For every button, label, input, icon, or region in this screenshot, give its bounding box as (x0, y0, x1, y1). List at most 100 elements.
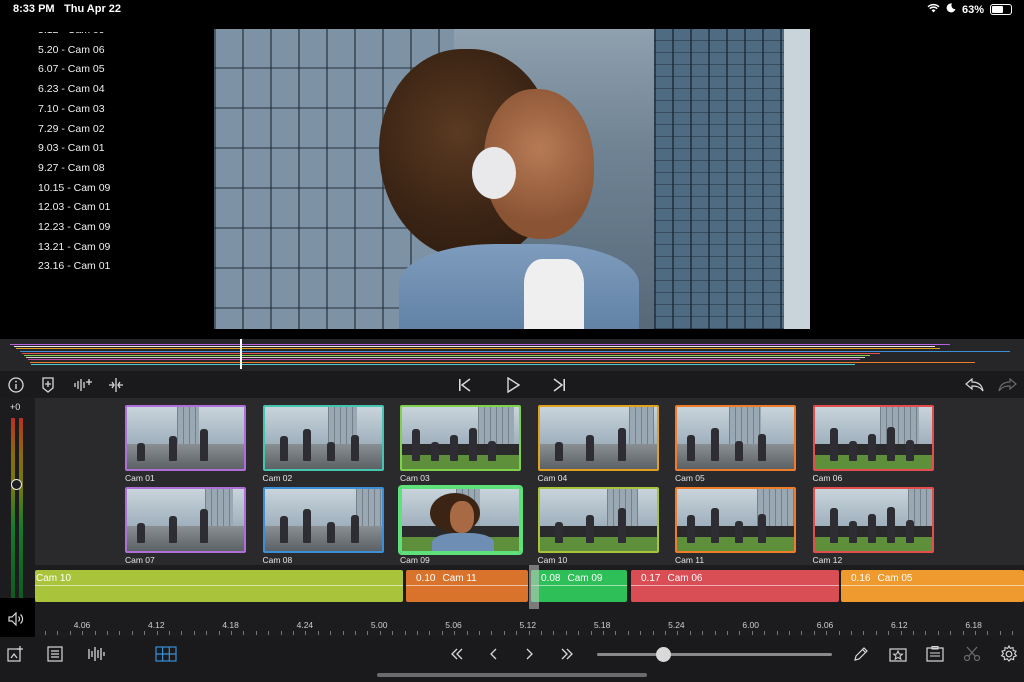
dancer-figure (469, 428, 477, 461)
overview-line (30, 361, 975, 363)
camera-angle-7[interactable]: Cam 07 (125, 487, 246, 565)
ruler-minor-tick (429, 631, 431, 635)
camera-thumbnail[interactable] (537, 487, 659, 553)
timeline-clip[interactable]: 0.08 Cam 09 (531, 570, 627, 602)
marker-item[interactable]: 23.16 - Cam 01 (38, 260, 110, 272)
ruler-minor-tick (231, 631, 232, 635)
timeline-clip[interactable]: 0.17 Cam 06 (631, 570, 839, 602)
camera-label: Cam 09 (400, 555, 430, 565)
camera-thumbnail[interactable] (400, 405, 521, 471)
camera-angle-12[interactable]: Cam 12 (812, 487, 934, 565)
camera-label: Cam 03 (400, 473, 430, 483)
white-shirt (524, 259, 584, 329)
chevron-right-icon[interactable] (524, 644, 536, 664)
time-ruler[interactable]: 4.06 4.12 4.18 4.24 5.00 5.06 5.12 5.18 5.24 6.00… (35, 609, 1024, 637)
grid-view-icon[interactable] (155, 644, 177, 664)
chevron-left-icon[interactable] (487, 644, 499, 664)
camera-label: Cam 06 (812, 473, 843, 483)
overview-playhead[interactable] (240, 339, 242, 369)
dancer-figure (734, 521, 743, 543)
marker-list: 5.12 - Cam 09 5.20 - Cam 06 6.07 - Cam 05 6… (0, 32, 200, 332)
import-icon[interactable] (6, 644, 24, 664)
list-icon[interactable] (46, 644, 64, 664)
marker-item[interactable]: 6.07 - Cam 05 (38, 63, 105, 75)
camera-angle-10[interactable]: Cam 10 (537, 487, 659, 565)
ruler-tick-label: 6.12 (891, 620, 908, 630)
redo-icon[interactable] (996, 374, 1018, 396)
camera-label: Cam 04 (537, 473, 568, 483)
camera-angle-9[interactable]: Cam 09 (400, 487, 521, 565)
marker-item[interactable]: 12.23 - Cam 09 (38, 221, 110, 233)
ruler-minor-tick (193, 631, 195, 635)
split-icon[interactable] (106, 374, 126, 396)
marker-item[interactable]: 13.21 - Cam 09 (38, 241, 110, 253)
play-icon[interactable] (504, 374, 522, 396)
camera-thumbnail[interactable] (125, 487, 246, 553)
camera-angle-8[interactable]: Cam 08 (262, 487, 384, 565)
camera-thumbnail[interactable] (537, 405, 659, 471)
clipboard-icon[interactable] (925, 644, 945, 664)
camera-thumbnail[interactable] (262, 487, 384, 553)
ruler-minor-tick (218, 631, 220, 635)
home-indicator[interactable] (377, 673, 647, 677)
scissors-icon[interactable] (962, 644, 982, 664)
skip-forward-icon[interactable] (550, 374, 568, 396)
marker-item[interactable]: 7.10 - Cam 03 (38, 103, 105, 115)
camera-thumbnail[interactable] (812, 487, 934, 553)
marker-item[interactable]: 10.15 - Cam 09 (38, 182, 110, 194)
favorite-icon[interactable] (888, 644, 908, 664)
speaker-icon[interactable] (8, 611, 24, 629)
gain-knob[interactable] (11, 479, 22, 490)
camera-angle-11[interactable]: Cam 11 (675, 487, 796, 565)
camera-angle-3[interactable]: Cam 03 (400, 405, 521, 483)
settings-icon[interactable] (999, 644, 1019, 664)
marker-add-icon[interactable] (40, 374, 56, 396)
marker-item[interactable]: 6.23 - Cam 04 (38, 83, 105, 95)
ruler-minor-tick (578, 631, 580, 635)
overview-line (10, 344, 950, 345)
camera-angle-5[interactable]: Cam 05 (675, 405, 796, 483)
camera-angle-2[interactable]: Cam 02 (262, 405, 384, 483)
marker-item[interactable]: 12.03 - Cam 01 (38, 201, 110, 213)
wifi-icon (927, 3, 940, 16)
marker-item[interactable]: 5.20 - Cam 06 (38, 44, 105, 56)
marker-item[interactable]: 9.27 - Cam 08 (38, 162, 105, 174)
double-chevron-left-icon[interactable] (449, 644, 465, 664)
waveform-icon[interactable] (86, 644, 106, 664)
undo-icon[interactable] (964, 374, 986, 396)
zoom-slider[interactable] (597, 647, 832, 662)
ruler-minor-tick (94, 631, 96, 635)
ruler-minor-tick (838, 631, 840, 635)
timeline-clip[interactable]: Cam 10 (35, 570, 403, 602)
pencil-icon[interactable] (852, 644, 870, 664)
camera-angle-4[interactable]: Cam 04 (537, 405, 659, 483)
audio-add-icon[interactable] (72, 374, 94, 396)
camera-thumbnail[interactable] (262, 405, 384, 471)
ruler-minor-tick (367, 631, 369, 635)
meter-bar-right (19, 418, 23, 598)
camera-thumbnail[interactable] (400, 487, 521, 553)
ruler-minor-tick (503, 631, 505, 635)
zoom-slider-knob[interactable] (655, 647, 671, 662)
clip-offset: 0.17 (641, 573, 661, 584)
ruler-minor-tick (851, 631, 852, 635)
camera-thumbnail[interactable] (675, 405, 796, 471)
ruler-minor-tick (900, 631, 902, 635)
camera-angle-1[interactable]: Cam 01 (125, 405, 246, 483)
timeline-overview[interactable] (0, 339, 1024, 371)
camera-thumbnail[interactable] (812, 405, 934, 471)
marker-item[interactable]: 7.29 - Cam 02 (38, 123, 105, 135)
ruler-minor-tick (652, 631, 654, 635)
video-viewer[interactable] (213, 20, 810, 338)
camera-thumbnail[interactable] (125, 405, 246, 471)
skip-back-icon[interactable] (456, 374, 474, 396)
camera-angle-6[interactable]: Cam 06 (812, 405, 934, 483)
info-icon[interactable] (6, 374, 26, 396)
camera-thumbnail[interactable] (675, 487, 796, 553)
dancer-figure (137, 523, 145, 543)
double-chevron-right-icon[interactable] (559, 644, 575, 664)
timeline-clip[interactable]: 0.10 Cam 11 (406, 570, 528, 602)
marker-item[interactable]: 5.12 - Cam 09 (38, 32, 105, 36)
timeline-clip[interactable]: 0.16 Cam 05 (841, 570, 1024, 602)
marker-item[interactable]: 9.03 - Cam 01 (38, 142, 105, 154)
